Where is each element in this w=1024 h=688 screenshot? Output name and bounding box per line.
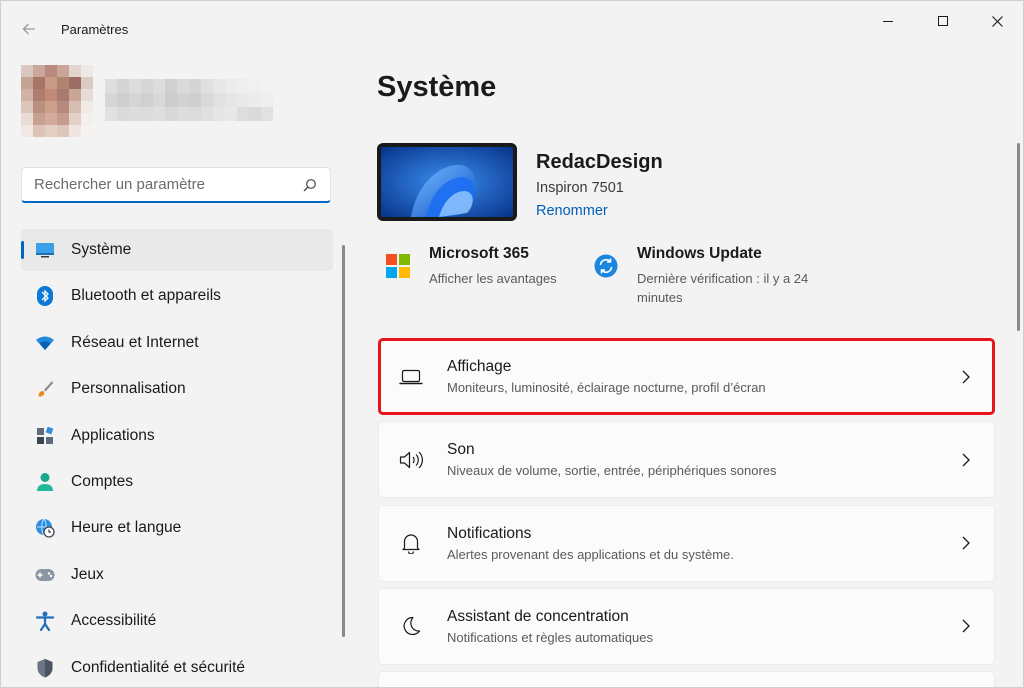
quick-subtitle: Afficher les avantages bbox=[429, 271, 557, 286]
microsoft-logo-icon bbox=[385, 253, 411, 279]
arrow-left-icon bbox=[22, 23, 35, 35]
sidebar-item-comptes[interactable]: Comptes bbox=[21, 461, 333, 503]
rename-link[interactable]: Renommer bbox=[536, 203, 608, 219]
gamepad-icon bbox=[35, 565, 55, 585]
chevron-right-icon bbox=[958, 618, 974, 634]
back-button[interactable] bbox=[15, 15, 43, 43]
card-title: Son bbox=[447, 441, 475, 459]
speaker-icon bbox=[399, 448, 423, 472]
sidebar-item-label: Confidentialité et sécurité bbox=[71, 658, 246, 676]
monitor-icon bbox=[35, 240, 55, 260]
sidebar-item-jeux[interactable]: Jeux bbox=[21, 554, 333, 596]
card-subtitle: Alertes provenant des applications et du… bbox=[447, 546, 734, 562]
sidebar-item-label: Personnalisation bbox=[71, 380, 186, 398]
sidebar-item-bluetooth[interactable]: Bluetooth et appareils bbox=[21, 275, 333, 317]
apps-icon bbox=[35, 426, 55, 446]
card-title: Affichage bbox=[447, 358, 512, 375]
close-icon bbox=[991, 15, 1003, 27]
card-notifications[interactable]: Notifications Alertes provenant des appl… bbox=[378, 504, 995, 582]
sidebar-item-personnalisation[interactable]: Personnalisation bbox=[21, 368, 333, 410]
card-affichage[interactable]: Affichage Moniteurs, luminosité, éclaira… bbox=[378, 338, 995, 415]
windows-update-icon bbox=[593, 253, 619, 279]
device-model: Inspiron 7501 bbox=[536, 180, 624, 196]
card-title: Notifications bbox=[447, 524, 532, 542]
device-name: RedacDesign bbox=[536, 151, 663, 173]
wifi-icon bbox=[35, 333, 55, 353]
microsoft-365-tile[interactable]: Microsoft 365 Afficher les avantages bbox=[385, 245, 557, 288]
sidebar-nav: Système Bluetooth et appareils Réseau et… bbox=[21, 229, 333, 687]
sidebar-item-heure-langue[interactable]: Heure et langue bbox=[21, 507, 333, 549]
avatar[interactable] bbox=[21, 65, 93, 137]
sidebar-item-reseau[interactable]: Réseau et Internet bbox=[21, 322, 333, 364]
card-son[interactable]: Son Niveaux de volume, sortie, entrée, p… bbox=[378, 421, 995, 499]
quick-title: Microsoft 365 bbox=[429, 245, 529, 262]
chevron-right-icon bbox=[958, 535, 974, 551]
card-next-partial[interactable] bbox=[378, 671, 995, 687]
moon-icon bbox=[399, 614, 423, 638]
sidebar-item-accessibilite[interactable]: Accessibilité bbox=[21, 600, 333, 642]
minimize-icon bbox=[883, 21, 893, 22]
sidebar-item-confidentialite[interactable]: Confidentialité et sécurité bbox=[21, 647, 333, 687]
sidebar-item-label: Jeux bbox=[71, 565, 104, 583]
sidebar-item-label: Bluetooth et appareils bbox=[71, 287, 221, 305]
sidebar-item-label: Comptes bbox=[71, 472, 134, 490]
bell-icon bbox=[399, 531, 423, 555]
card-title: Assistant de concentration bbox=[447, 607, 629, 625]
chevron-right-icon bbox=[958, 369, 974, 385]
search-input[interactable] bbox=[34, 176, 302, 193]
search-icon[interactable] bbox=[302, 177, 318, 193]
profile-name-blurred bbox=[105, 79, 273, 123]
sidebar-item-applications[interactable]: Applications bbox=[21, 415, 333, 457]
device-wallpaper-thumbnail bbox=[377, 143, 517, 221]
chevron-right-icon bbox=[958, 452, 974, 468]
settings-cards: Affichage Moniteurs, luminosité, éclaira… bbox=[378, 338, 995, 687]
accessibility-icon bbox=[35, 611, 55, 632]
globe-clock-icon bbox=[35, 518, 55, 538]
minimize-button[interactable] bbox=[865, 7, 911, 35]
shield-icon bbox=[35, 658, 55, 678]
paintbrush-icon bbox=[35, 379, 55, 399]
search-box[interactable] bbox=[21, 167, 331, 203]
sidebar-item-systeme[interactable]: Système bbox=[21, 229, 333, 271]
card-subtitle: Moniteurs, luminosité, éclairage nocturn… bbox=[447, 380, 766, 395]
windows-update-tile[interactable]: Windows Update Dernière vérification : i… bbox=[593, 245, 837, 307]
title-bar: Paramètres bbox=[1, 1, 1023, 43]
sidebar-scrollbar[interactable] bbox=[342, 245, 345, 637]
sidebar-item-label: Réseau et Internet bbox=[71, 333, 199, 351]
sidebar-item-label: Heure et langue bbox=[71, 519, 182, 537]
card-subtitle: Notifications et règles automatiques bbox=[447, 629, 653, 645]
app-title: Paramètres bbox=[61, 22, 129, 37]
sidebar-item-label: Applications bbox=[71, 426, 155, 444]
bluetooth-icon bbox=[35, 286, 55, 307]
quick-title: Windows Update bbox=[637, 245, 762, 262]
quick-subtitle: Dernière vérification : il y a 24 minute… bbox=[637, 271, 809, 305]
maximize-button[interactable] bbox=[920, 7, 966, 35]
card-assistant-concentration[interactable]: Assistant de concentration Notifications… bbox=[378, 587, 995, 665]
sidebar-item-label: Système bbox=[71, 241, 132, 258]
person-icon bbox=[35, 472, 55, 492]
laptop-icon bbox=[399, 365, 423, 389]
maximize-icon bbox=[938, 16, 948, 26]
card-subtitle: Niveaux de volume, sortie, entrée, périp… bbox=[447, 463, 777, 479]
close-button[interactable] bbox=[974, 7, 1020, 35]
page-title: Système bbox=[377, 71, 497, 103]
sidebar-item-label: Accessibilité bbox=[71, 612, 157, 630]
main-scrollbar[interactable] bbox=[1017, 143, 1020, 331]
settings-window: Paramètres S bbox=[0, 0, 1024, 688]
